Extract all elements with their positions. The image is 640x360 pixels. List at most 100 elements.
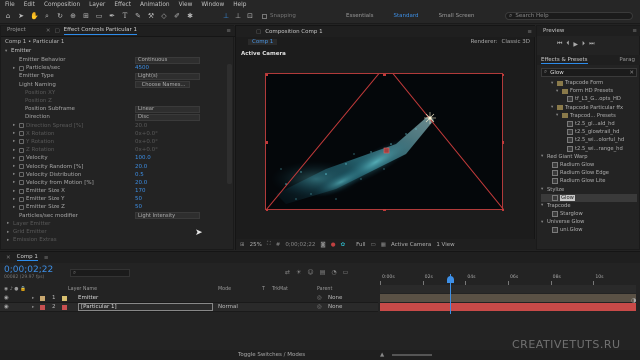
property-row[interactable]: ▸ Layer Emitter <box>5 220 229 228</box>
brush-tool-icon[interactable]: ✎ <box>134 12 142 20</box>
view-layout-dropdown[interactable]: 1 View <box>436 242 454 248</box>
magnification-dropdown[interactable]: 25% <box>250 242 262 248</box>
transparency-icon[interactable]: ▦ <box>381 242 386 248</box>
effect-item[interactable]: Radium Glow Edge <box>541 169 637 177</box>
stopwatch-icon[interactable] <box>19 180 24 186</box>
effect-category[interactable]: ▾ Red Giant Warp <box>541 153 637 161</box>
visibility-eye-icon[interactable]: ◉ <box>4 295 9 301</box>
property-value[interactable]: 50 <box>135 196 142 202</box>
effect-item[interactable]: tf_L3_G...opts_HD <box>541 95 637 103</box>
stopwatch-icon[interactable] <box>19 123 24 129</box>
timeline-search[interactable]: ⌕ <box>70 269 130 277</box>
snapping-checkbox[interactable] <box>262 13 267 19</box>
show-channel-icon[interactable]: ● <box>331 242 336 248</box>
property-row[interactable]: ▸ Emitter Size Y 50 <box>5 195 229 203</box>
effect-category[interactable]: ▾ Trapcode <box>541 202 637 210</box>
shy-icon[interactable]: ☺ <box>307 269 313 276</box>
draft-3d-icon[interactable]: ☀ <box>296 269 301 276</box>
timeline-timecode[interactable]: 0;00;02;22 <box>4 265 53 275</box>
graph-editor-icon[interactable]: ▭ <box>343 269 349 276</box>
property-row[interactable]: Position Subframe Linear <box>5 105 229 113</box>
close-icon[interactable]: ✕ <box>6 255 11 261</box>
layer-mode-dropdown[interactable]: Normal <box>218 304 238 310</box>
stopwatch-icon[interactable] <box>19 147 24 153</box>
menu-item-layer[interactable]: Layer <box>89 2 105 8</box>
frame-blending-icon[interactable]: ▤ <box>320 269 326 276</box>
property-dropdown[interactable]: Disc <box>135 113 200 121</box>
hand-tool-icon[interactable]: ✋ <box>30 12 39 20</box>
next-frame-icon[interactable]: ⏵ <box>582 40 585 48</box>
tab-composition[interactable]: Composition Comp 1 <box>265 29 322 35</box>
property-value[interactable]: 4500 <box>135 65 149 71</box>
play-icon[interactable]: ▶ <box>573 41 578 48</box>
stopwatch-icon[interactable] <box>19 155 24 161</box>
property-row[interactable]: ▸ Emitter Size Z 50 <box>5 203 229 211</box>
property-value[interactable]: 170 <box>135 188 146 194</box>
panel-menu-icon[interactable]: ≡ <box>226 28 231 34</box>
stopwatch-icon[interactable] <box>19 131 24 137</box>
lock-icon[interactable]: ▢ <box>256 29 261 35</box>
frame-icon[interactable]: ⛶ <box>267 241 271 248</box>
menu-item-edit[interactable]: Edit <box>24 2 35 8</box>
effects-search-input[interactable]: Glow <box>550 70 564 76</box>
property-dropdown[interactable]: Linear <box>135 105 200 113</box>
property-row[interactable]: ▸ Y Rotation 0x+0.0° <box>5 138 229 146</box>
effect-item[interactable]: Glow <box>541 193 637 202</box>
effect-category[interactable]: ▾ Stylize <box>541 185 637 193</box>
comp-mini-flowchart-icon[interactable]: ⇄ <box>285 269 290 276</box>
effect-item[interactable]: Radium Glow <box>541 161 637 169</box>
time-ruler[interactable]: 0:00s 02s 04s 06s 08s 10s <box>380 274 636 285</box>
playhead-handle[interactable] <box>447 276 454 283</box>
property-dropdown[interactable]: Continuous <box>135 56 200 64</box>
property-row[interactable]: Light Naming Choose Names... <box>5 81 229 89</box>
preset-folder[interactable]: ▾ Form HD Presets <box>541 87 637 95</box>
close-icon[interactable]: ✕ <box>46 28 51 34</box>
clear-search-icon[interactable]: ✕ <box>629 70 634 76</box>
tab-project[interactable]: Project <box>7 27 26 35</box>
layer-name[interactable]: Emitter <box>78 295 98 301</box>
workspace-standard[interactable]: Standard <box>394 13 419 19</box>
property-row[interactable]: ▸ Velocity Random [%] 20.0 <box>5 162 229 170</box>
help-search-input[interactable]: Search Help <box>515 13 548 19</box>
property-row[interactable]: ▸ Velocity from Motion [%] 20.0 <box>5 179 229 187</box>
effect-item[interactable]: Radium Glow Lite <box>541 177 637 185</box>
menu-item-effect[interactable]: Effect <box>114 2 131 8</box>
menu-item-help[interactable]: Help <box>233 2 246 8</box>
eraser-tool-icon[interactable]: ◇ <box>160 12 168 20</box>
choose-names-button[interactable]: Choose Names... <box>135 81 190 89</box>
property-row[interactable]: ▸ Velocity 100.0 <box>5 154 229 162</box>
rotate-tool-icon[interactable]: ↻ <box>56 12 64 20</box>
effect-item[interactable]: t2.5_wi...olorful_hd <box>541 136 637 144</box>
stopwatch-icon[interactable] <box>19 65 24 71</box>
menu-item-window[interactable]: Window <box>201 2 224 8</box>
tab-effects-presets[interactable]: Effects & Presets <box>541 57 588 64</box>
color-icon[interactable]: ✿ <box>341 242 346 248</box>
motion-blur-icon[interactable]: ◔ <box>331 269 336 276</box>
property-row[interactable]: ▸ Particles/sec 4500 <box>5 64 229 72</box>
comp-subtab[interactable]: Comp 1 <box>248 39 278 45</box>
workspace-small-screen[interactable]: Small Screen <box>439 13 475 19</box>
panel-menu-icon[interactable]: ≡ <box>632 28 637 34</box>
camera-dropdown[interactable]: Active Camera <box>391 242 431 248</box>
effect-item[interactable]: Starglow <box>541 210 637 218</box>
effects-search-field[interactable]: ⌕ Glow ✕ <box>541 68 637 77</box>
parent-pickwhip-icon[interactable]: ◎ <box>317 295 322 301</box>
type-tool-icon[interactable]: T <box>121 12 129 20</box>
preview-tab[interactable]: Preview <box>543 28 564 34</box>
layer-name[interactable]: [Particular 1] <box>78 303 213 311</box>
track-bar-emitter[interactable] <box>380 294 636 302</box>
parent-dropdown[interactable]: None <box>328 304 342 310</box>
axis-world-icon[interactable]: ⊥ <box>234 12 242 20</box>
property-dropdown[interactable]: Light Intensity <box>135 212 200 220</box>
zoom-tool-icon[interactable]: ⌕ <box>43 12 51 20</box>
composition-viewer[interactable] <box>265 64 505 212</box>
zoom-slider[interactable] <box>392 354 432 356</box>
preset-folder[interactable]: ▾ Trapcode Form <box>541 79 637 87</box>
axis-view-icon[interactable]: ⊡ <box>246 12 254 20</box>
zoom-out-icon[interactable]: ▲ <box>380 352 384 358</box>
preset-folder[interactable]: ▾ Trapcode Particular ffx <box>541 104 637 112</box>
layer-twirl-icon[interactable]: ▸ <box>32 305 38 310</box>
help-search-field[interactable]: ⌕ Search Help <box>505 12 633 20</box>
pan-behind-tool-icon[interactable]: ⊞ <box>82 12 90 20</box>
prev-frame-icon[interactable]: ⏴ <box>566 40 569 48</box>
